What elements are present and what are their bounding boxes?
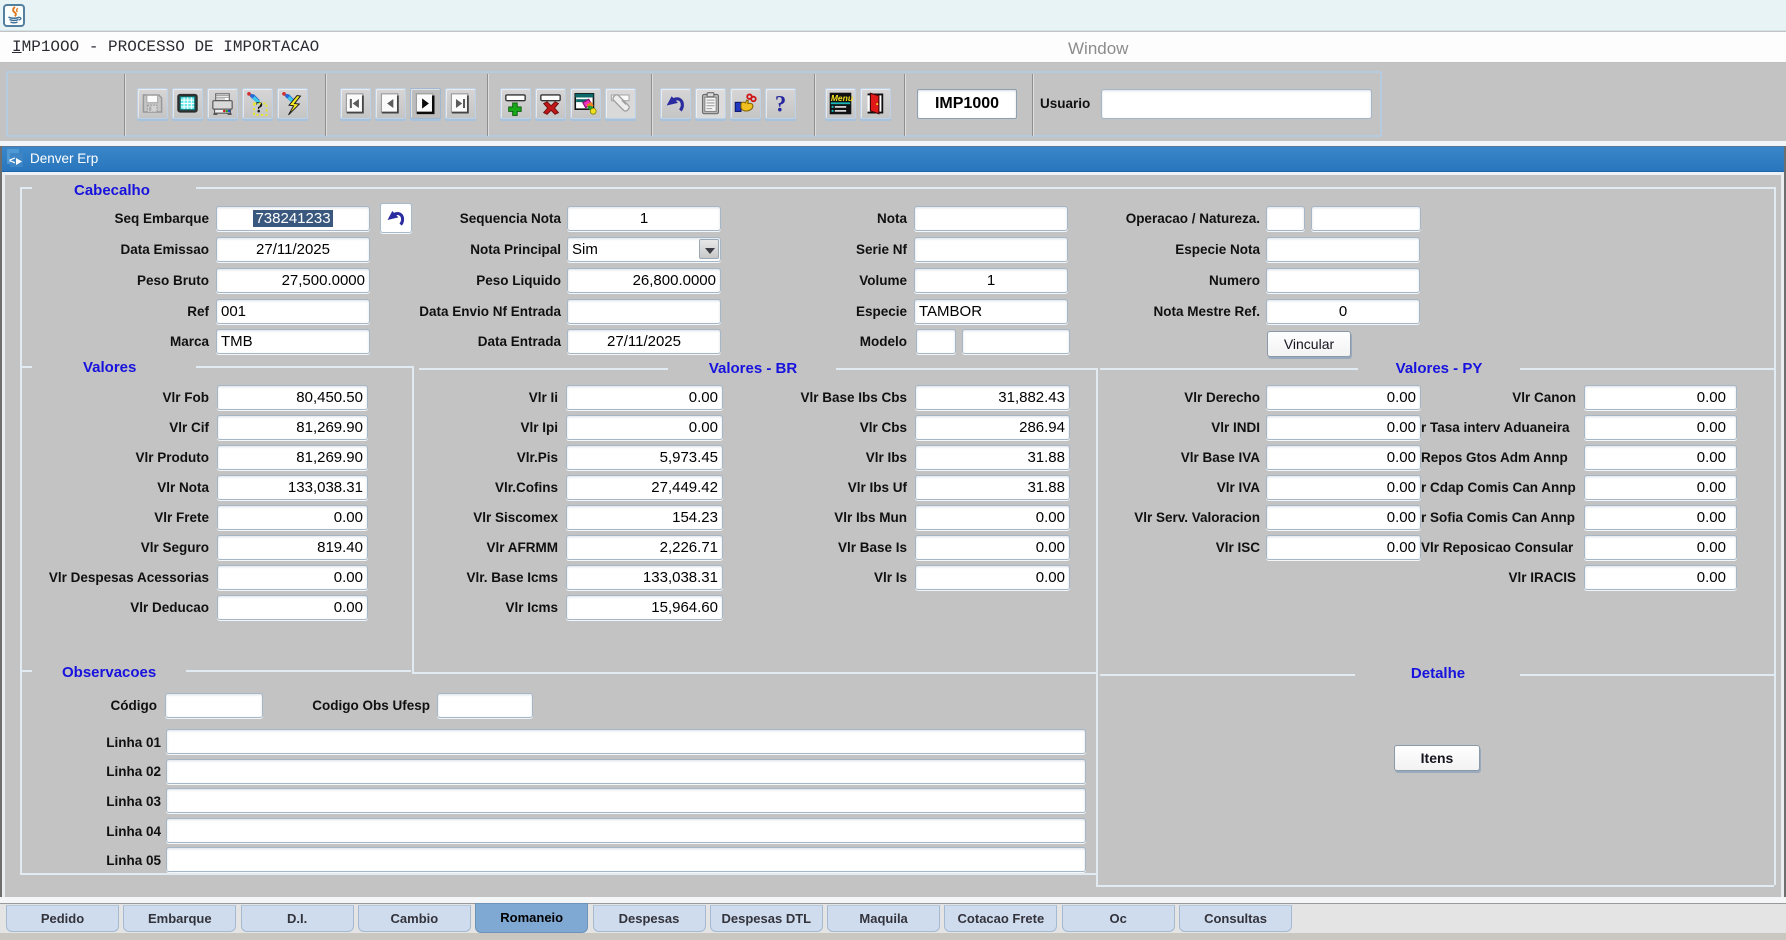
svg-text:<: < xyxy=(9,155,15,167)
svg-text:?: ? xyxy=(255,100,263,116)
svg-text:?: ? xyxy=(775,91,786,116)
svg-text:Menu: Menu xyxy=(831,93,853,103)
